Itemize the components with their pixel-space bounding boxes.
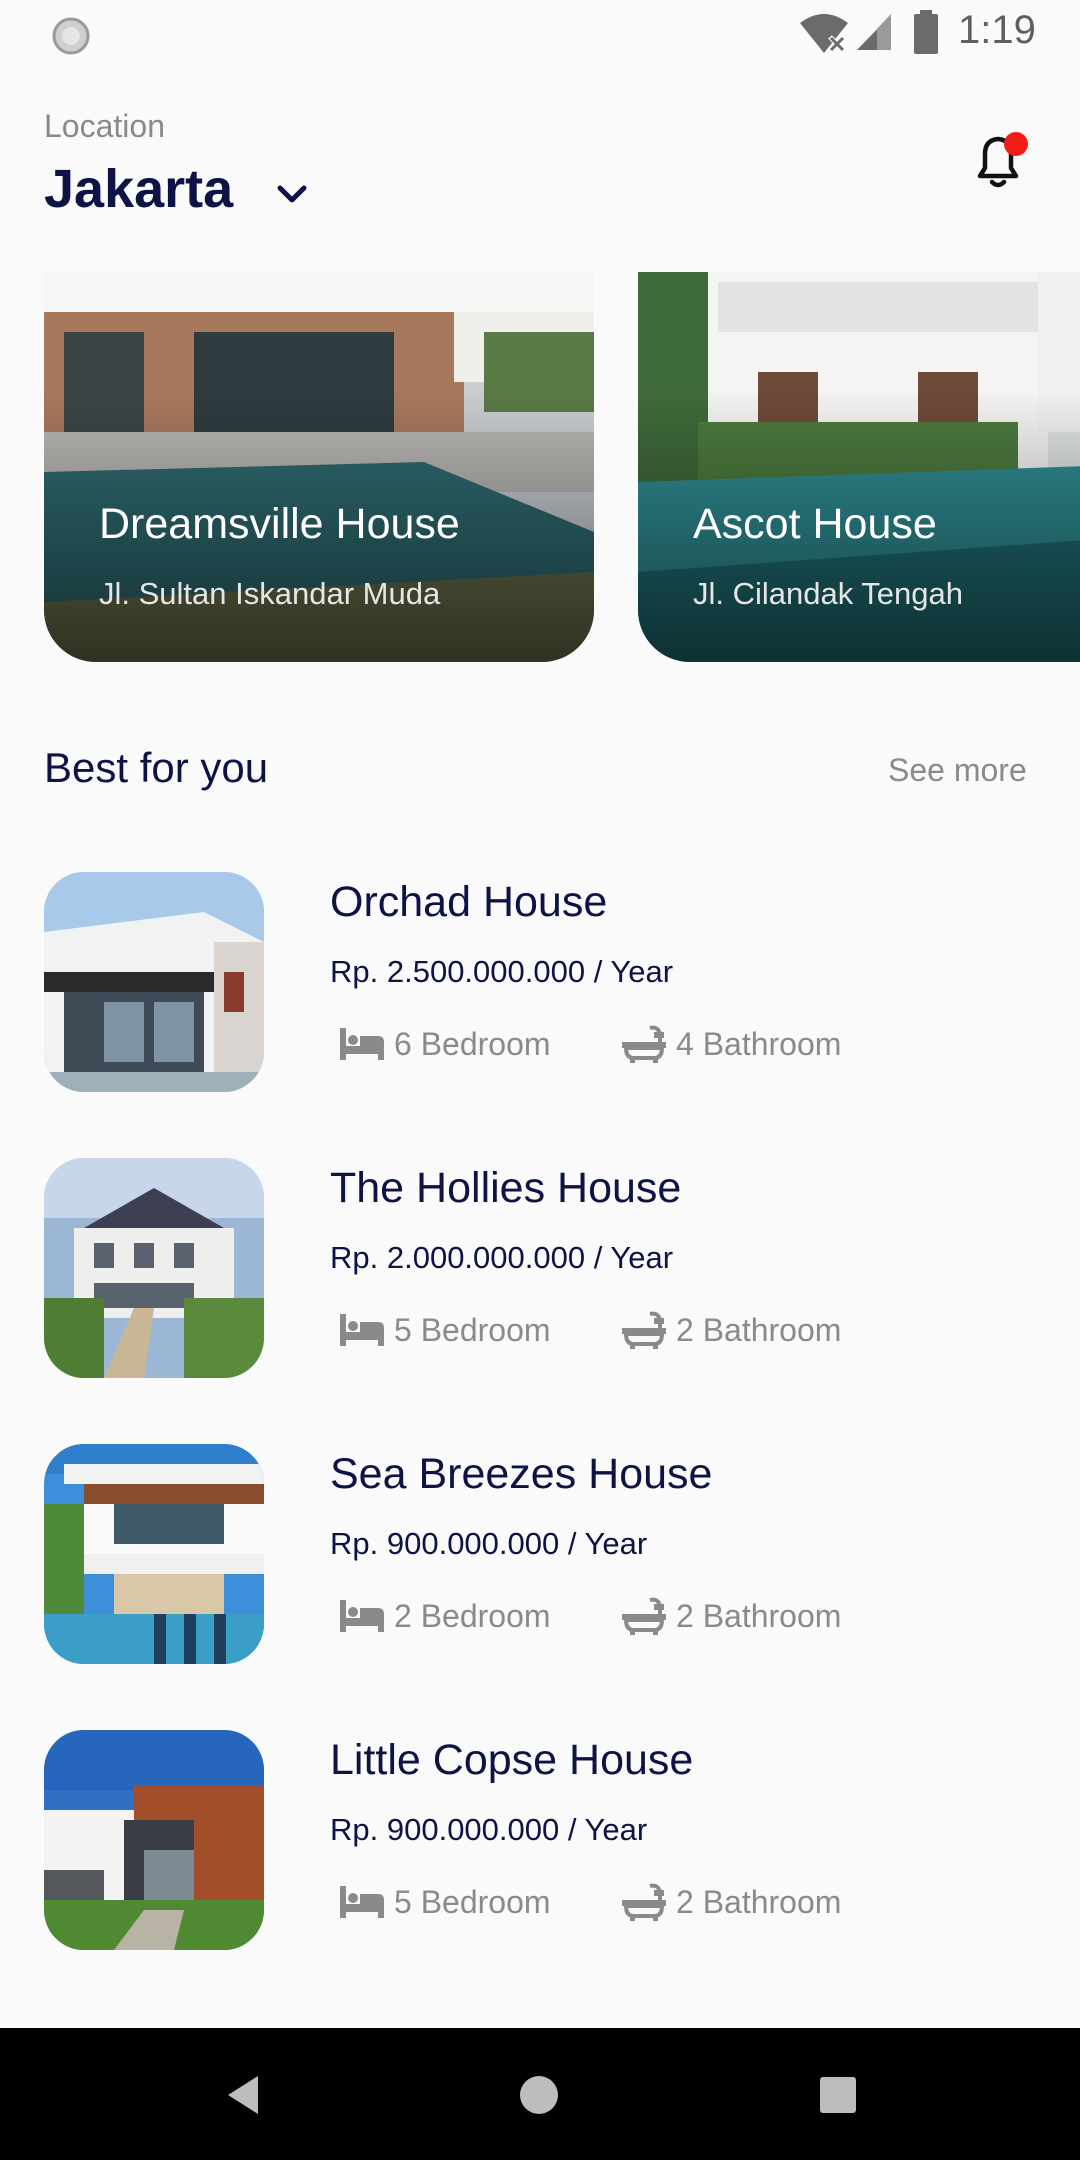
- bathroom-info: 4 Bathroom: [620, 1022, 841, 1066]
- featured-house-address: Jl. Cilandak Tengah: [693, 576, 963, 611]
- loading-icon: [52, 17, 90, 55]
- bedroom-count: 5 Bedroom: [394, 1311, 551, 1348]
- house-name: Little Copse House: [330, 1736, 694, 1784]
- bedroom-info: 2 Bedroom: [338, 1594, 551, 1638]
- home-icon[interactable]: [516, 2072, 562, 2118]
- featured-house-name: Dreamsville House: [99, 500, 460, 548]
- bathroom-info: 2 Bathroom: [620, 1594, 841, 1638]
- location-selector[interactable]: Jakarta: [44, 158, 233, 220]
- featured-carousel[interactable]: Dreamsville House Jl. Sultan Iskandar Mu…: [0, 272, 1080, 662]
- bathtub-icon: [622, 1883, 666, 1921]
- bathtub-icon: [622, 1025, 666, 1063]
- bathtub-icon: [622, 1597, 666, 1635]
- bedroom-count: 6 Bedroom: [394, 1025, 551, 1062]
- bedroom-count: 2 Bedroom: [394, 1597, 551, 1634]
- back-icon[interactable]: [222, 2072, 268, 2118]
- bedroom-count: 5 Bedroom: [394, 1883, 551, 1920]
- list-item[interactable]: The Hollies House Rp. 2.000.000.000 / Ye…: [0, 1158, 1080, 1380]
- signal-icon: [857, 14, 891, 50]
- bathroom-count: 2 Bathroom: [676, 1311, 842, 1348]
- featured-card[interactable]: Dreamsville House Jl. Sultan Iskandar Mu…: [44, 272, 594, 662]
- house-name: Orchad House: [330, 878, 608, 926]
- recent-apps-icon[interactable]: [815, 2072, 861, 2118]
- bedroom-info: 6 Bedroom: [338, 1022, 551, 1066]
- status-clock: 1:19: [958, 8, 1036, 52]
- house-price: Rp. 900.000.000 / Year: [330, 1526, 648, 1561]
- bathroom-count: 4 Bathroom: [676, 1025, 842, 1062]
- featured-card[interactable]: Ascot House Jl. Cilandak Tengah: [638, 272, 1080, 662]
- featured-house-address: Jl. Sultan Iskandar Muda: [99, 576, 441, 611]
- chevron-down-icon[interactable]: [272, 178, 312, 210]
- wifi-icon: [800, 14, 848, 53]
- notification-badge: [1004, 132, 1028, 156]
- bathroom-info: 2 Bathroom: [620, 1880, 841, 1924]
- list-item[interactable]: Orchad House Rp. 2.500.000.000 / Year 6 …: [0, 872, 1080, 1094]
- system-navigation-bar: [0, 2028, 1080, 2160]
- house-price: Rp. 2.500.000.000 / Year: [330, 954, 674, 989]
- list-item[interactable]: Sea Breezes House Rp. 900.000.000 / Year…: [0, 1444, 1080, 1666]
- bathtub-icon: [622, 1311, 666, 1349]
- house-thumbnail: [44, 1730, 264, 1950]
- bedroom-info: 5 Bedroom: [338, 1308, 551, 1352]
- bed-icon: [340, 1600, 384, 1632]
- house-name: Sea Breezes House: [330, 1450, 713, 1498]
- battery-icon: [914, 10, 938, 54]
- bedroom-info: 5 Bedroom: [338, 1880, 551, 1924]
- notification-button[interactable]: [970, 128, 1034, 198]
- list-item[interactable]: Little Copse House Rp. 900.000.000 / Yea…: [0, 1730, 1080, 1952]
- section-title: Best for you: [44, 744, 269, 791]
- bed-icon: [340, 1314, 384, 1346]
- house-thumbnail: [44, 1158, 264, 1378]
- status-bar: 1:19: [0, 0, 1080, 66]
- bathroom-count: 2 Bathroom: [676, 1883, 842, 1920]
- bathroom-info: 2 Bathroom: [620, 1308, 841, 1352]
- location-label: Location: [44, 108, 165, 144]
- bed-icon: [340, 1028, 384, 1060]
- house-thumbnail: [44, 872, 264, 1092]
- house-name: The Hollies House: [330, 1164, 682, 1212]
- featured-house-name: Ascot House: [693, 500, 937, 548]
- bathroom-count: 2 Bathroom: [676, 1597, 842, 1634]
- house-thumbnail: [44, 1444, 264, 1664]
- bed-icon: [340, 1886, 384, 1918]
- see-more-link[interactable]: See more: [888, 752, 1027, 789]
- house-price: Rp. 2.000.000.000 / Year: [330, 1240, 674, 1275]
- house-price: Rp. 900.000.000 / Year: [330, 1812, 648, 1847]
